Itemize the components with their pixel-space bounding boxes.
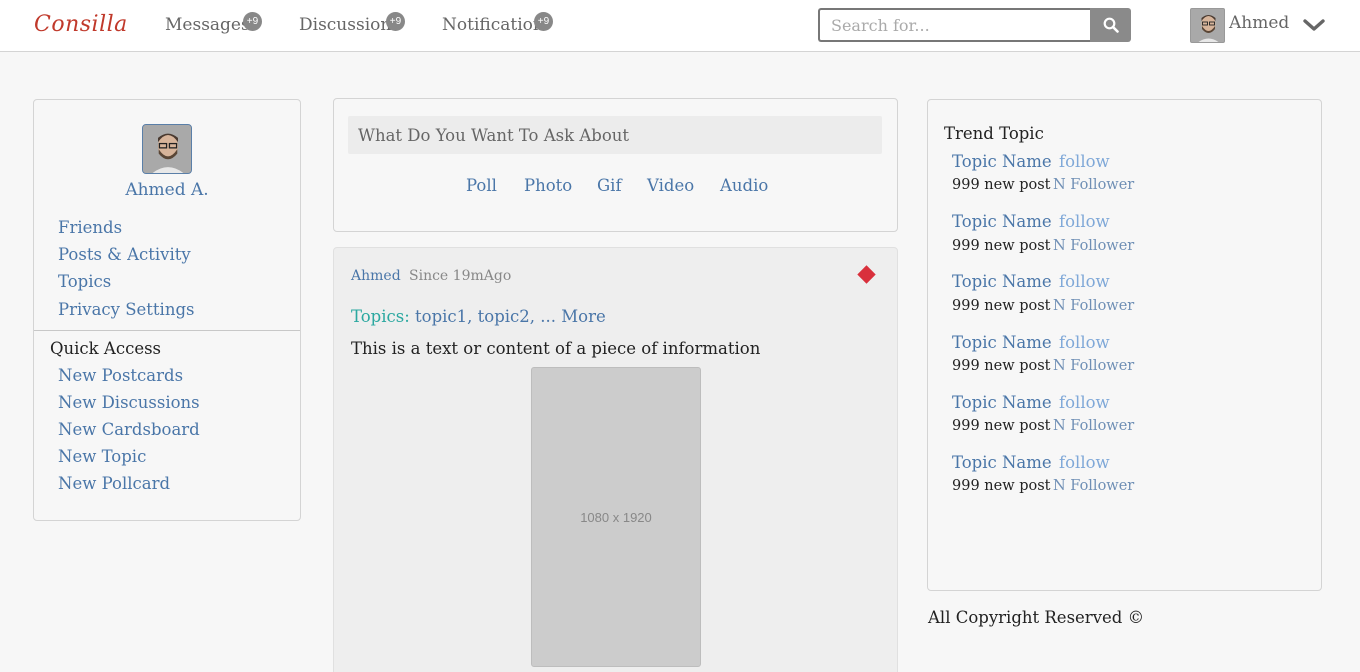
trend-topic-name[interactable]: Topic Name: [952, 272, 1052, 291]
search-input[interactable]: [818, 8, 1091, 42]
search-icon: [1103, 17, 1119, 33]
link-privacy-settings[interactable]: Privacy Settings: [58, 300, 195, 319]
profile-avatar-image: [143, 125, 191, 173]
image-size-label: 1080 x 1920: [580, 509, 652, 525]
top-navbar: Consilla Messages +9 Discussion +9 Notif…: [0, 0, 1360, 52]
link-new-pollcard[interactable]: New Pollcard: [58, 474, 170, 493]
option-gif[interactable]: Gif: [597, 176, 622, 195]
nav-discussion[interactable]: Discussion: [299, 15, 391, 35]
follow-button[interactable]: follow: [1059, 393, 1110, 412]
post-topics: Topics: topic1, topic2, ... More: [351, 307, 606, 326]
follow-button[interactable]: follow: [1059, 212, 1110, 231]
user-avatar[interactable]: [1190, 8, 1225, 43]
post-author[interactable]: Ahmed: [351, 268, 401, 284]
option-audio[interactable]: Audio: [720, 176, 768, 195]
trend-followers: N Follower: [1053, 298, 1135, 314]
post-card: Ahmed Since 19mAgo Topics: topic1, topic…: [333, 247, 898, 672]
link-new-cardsboard[interactable]: New Cardsboard: [58, 420, 200, 439]
link-friends[interactable]: Friends: [58, 218, 122, 237]
trend-topic-name[interactable]: Topic Name: [952, 333, 1052, 352]
quick-access-title: Quick Access: [50, 339, 162, 358]
link-new-topic[interactable]: New Topic: [58, 447, 146, 466]
trend-new-posts: 999 new post: [952, 478, 1051, 494]
post-content: This is a text or content of a piece of …: [351, 339, 761, 358]
trend-topic-name[interactable]: Topic Name: [952, 453, 1052, 472]
post-timestamp: Since 19mAgo: [409, 268, 512, 284]
option-photo[interactable]: Photo: [524, 176, 572, 195]
profile-avatar[interactable]: [142, 124, 192, 174]
divider: [34, 330, 300, 331]
follow-button[interactable]: follow: [1059, 272, 1110, 291]
topics-links[interactable]: topic1, topic2, ... More: [415, 307, 606, 326]
diamond-icon[interactable]: [857, 265, 876, 284]
post-image[interactable]: 1080 x 1920: [531, 367, 701, 667]
option-video[interactable]: Video: [647, 176, 694, 195]
trend-new-posts: 999 new post: [952, 298, 1051, 314]
discussion-badge: +9: [386, 12, 405, 31]
trend-new-posts: 999 new post: [952, 358, 1051, 374]
follow-button[interactable]: follow: [1059, 333, 1110, 352]
trend-followers: N Follower: [1053, 177, 1135, 193]
topics-label: Topics:: [351, 307, 410, 326]
link-topics[interactable]: Topics: [58, 272, 111, 291]
ask-panel: Poll Photo Gif Video Audio: [333, 98, 898, 232]
nav-messages[interactable]: Messages: [165, 15, 250, 35]
trend-new-posts: 999 new post: [952, 238, 1051, 254]
profile-name[interactable]: Ahmed A.: [34, 180, 300, 200]
trend-topic-name[interactable]: Topic Name: [952, 152, 1052, 171]
follow-button[interactable]: follow: [1059, 453, 1110, 472]
profile-panel: Ahmed A. Friends Posts & Activity Topics…: [33, 99, 301, 521]
trend-followers: N Follower: [1053, 238, 1135, 254]
trend-followers: N Follower: [1053, 418, 1135, 434]
logo[interactable]: Consilla: [34, 12, 128, 37]
trend-followers: N Follower: [1053, 478, 1135, 494]
nav-notification[interactable]: Notification: [442, 15, 544, 35]
user-avatar-image: [1191, 9, 1224, 42]
trend-topic-name[interactable]: Topic Name: [952, 212, 1052, 231]
notification-badge: +9: [534, 12, 553, 31]
trend-new-posts: 999 new post: [952, 418, 1051, 434]
follow-button[interactable]: follow: [1059, 152, 1110, 171]
trend-followers: N Follower: [1053, 358, 1135, 374]
trend-panel: Trend Topic Topic Name follow 999 new po…: [927, 99, 1322, 591]
option-poll[interactable]: Poll: [466, 176, 497, 195]
search-button[interactable]: [1090, 8, 1131, 42]
chevron-down-icon[interactable]: [1303, 18, 1325, 32]
link-new-discussions[interactable]: New Discussions: [58, 393, 200, 412]
messages-badge: +9: [243, 12, 262, 31]
trend-topic-name[interactable]: Topic Name: [952, 393, 1052, 412]
link-new-postcards[interactable]: New Postcards: [58, 366, 183, 385]
ask-input[interactable]: [348, 116, 882, 154]
trend-new-posts: 999 new post: [952, 177, 1051, 193]
copyright-text: All Copyright Reserved ©: [928, 608, 1145, 627]
user-name[interactable]: Ahmed: [1229, 13, 1289, 33]
link-posts-activity[interactable]: Posts & Activity: [58, 245, 191, 264]
trend-title: Trend Topic: [944, 124, 1044, 143]
